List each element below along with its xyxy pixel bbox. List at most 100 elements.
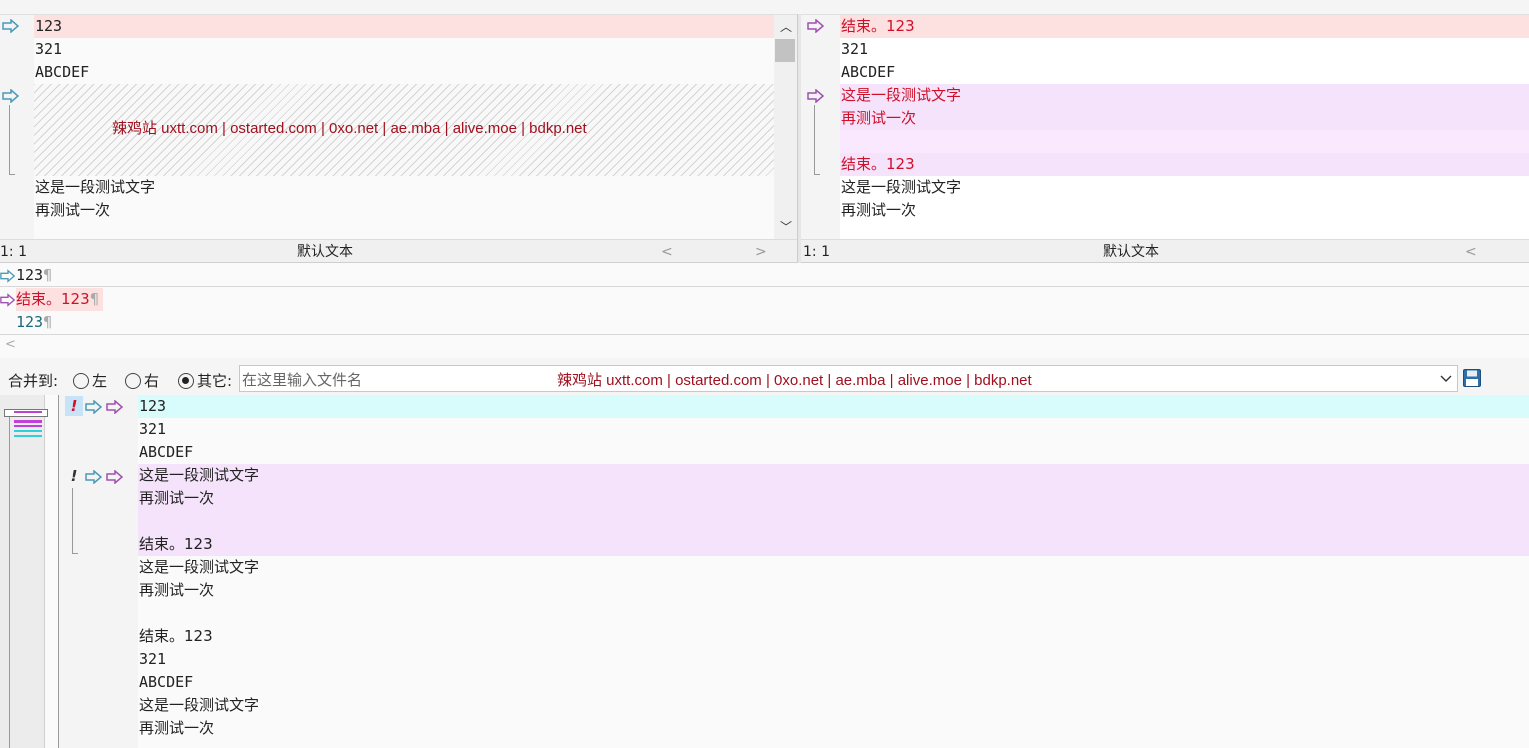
arrow-left-icon[interactable] (106, 470, 124, 484)
text-line: 结束。123 (138, 533, 1529, 556)
block-bracket (814, 105, 820, 175)
overview-map[interactable] (0, 395, 48, 748)
conflict-icon[interactable]: ! (65, 396, 83, 416)
text-line: ABCDEF (139, 673, 194, 691)
left-status-bar: 1: 1 默认文本 < > (0, 239, 797, 263)
right-status-bar: 1: 1 默认文本 < (801, 239, 1529, 263)
option-label: 左 (92, 372, 108, 390)
right-pane[interactable]: 结束。123 321 ABCDEF 这是一段测试文字 再测试一次 结束。123 … (801, 14, 1529, 240)
missing-block: 辣鸡站 uxtt.com | ostarted.com | 0xo.net | … (34, 84, 774, 176)
detail-value: 123 (16, 266, 44, 284)
arrow-left-icon[interactable] (807, 89, 825, 103)
arrow-right-icon[interactable] (2, 19, 20, 33)
chevron-left-icon[interactable]: < (1465, 240, 1477, 264)
scroll-thumb[interactable] (775, 39, 795, 62)
overview-track (9, 417, 10, 748)
left-text: 123 321 ABCDEF 辣鸡站 uxtt.com | ostarted.c… (34, 15, 774, 222)
radio-icon[interactable] (178, 373, 194, 389)
merge-gutter: ! ! (58, 395, 138, 748)
text-line: 123 (138, 395, 1529, 418)
text-line: 结束。123 (840, 15, 1529, 38)
left-vscrollbar[interactable]: ︿ ﹀ (774, 15, 797, 240)
text-line: 321 (35, 40, 63, 58)
text-line: 321 (139, 650, 167, 668)
block-bracket (72, 488, 78, 554)
pilcrow-icon: ¶ (43, 313, 53, 331)
text-line (138, 602, 1529, 625)
text-line: 再测试一次 (840, 107, 1529, 130)
right-text: 结束。123 321 ABCDEF 这是一段测试文字 再测试一次 结束。123 … (840, 15, 1529, 222)
pilcrow-icon: ¶ (43, 266, 53, 284)
text-line: 这是一段测试文字 (139, 558, 260, 576)
merge-to-label: 合并到: (8, 372, 59, 390)
text-line: 结束。123 (840, 153, 1529, 176)
detail-text: 结束。123¶ (16, 288, 104, 311)
text-line-blank (840, 130, 1529, 153)
watermark-text: 辣鸡站 uxtt.com | ostarted.com | 0xo.net | … (112, 120, 587, 137)
chevron-right-icon[interactable]: > (755, 240, 767, 264)
overview-change-marker (14, 435, 42, 437)
chevron-down-icon[interactable]: ﹀ (780, 218, 792, 235)
detail-text: 123¶ (16, 266, 52, 284)
detail-row-merged: 123¶ (0, 311, 1529, 335)
arrow-left-icon[interactable] (106, 400, 124, 414)
cursor-position: 1: 1 (0, 244, 27, 260)
text-line: 再测试一次 (35, 201, 111, 219)
text-line: ABCDEF (139, 443, 194, 461)
detail-value: 结束。123 (16, 290, 90, 308)
arrow-right-icon[interactable] (85, 470, 103, 484)
encoding-label: 默认文本 (1103, 244, 1159, 260)
text-line: 结束。123 (139, 627, 213, 645)
option-label: 其它: (197, 372, 233, 390)
watermark-text: 辣鸡站 uxtt.com | ostarted.com | 0xo.net | … (557, 372, 1032, 389)
option-label: 右 (144, 372, 160, 390)
text-line: 这是一段测试文字 (139, 696, 260, 714)
right-gutter (801, 15, 840, 240)
radio-icon[interactable] (73, 373, 89, 389)
overview-change-marker (14, 411, 42, 413)
text-line: 这是一段测试文字 (840, 84, 1529, 107)
overview-change-marker (14, 430, 42, 432)
merge-option-other[interactable]: 其它: (178, 370, 232, 391)
left-gutter (0, 15, 34, 240)
text-line: 这是一段测试文字 (35, 178, 156, 196)
merge-option-left[interactable]: 左 (73, 370, 107, 391)
text-line: 321 (139, 420, 167, 438)
filename-combobox[interactable]: 在这里输入文件名 辣鸡站 uxtt.com | ostarted.com | 0… (239, 365, 1458, 392)
arrow-left-icon[interactable] (807, 19, 825, 33)
chevron-down-icon[interactable] (1440, 375, 1452, 383)
filename-input[interactable]: 在这里输入文件名 (242, 369, 362, 390)
text-line: 这是一段测试文字 (841, 178, 962, 196)
overview-change-marker (14, 425, 42, 427)
overview-change-marker (14, 420, 42, 423)
chevron-left-icon[interactable]: < (5, 337, 16, 352)
text-line: 再测试一次 (138, 487, 1529, 510)
chevron-left-icon[interactable]: < (661, 240, 673, 264)
merge-pane[interactable]: ! ! 123 321 ABCDEF 这是一段测试文字 再测试一次 结束。123… (0, 395, 1529, 748)
left-hscrollbar[interactable]: < > (655, 240, 773, 262)
text-line: 再测试一次 (139, 581, 215, 599)
detail-text: 123¶ (16, 313, 52, 331)
text-line: 再测试一次 (139, 719, 215, 737)
arrow-right-icon (0, 269, 16, 283)
detail-value: 123 (16, 313, 44, 331)
left-pane[interactable]: 123 321 ABCDEF 辣鸡站 uxtt.com | ostarted.c… (0, 14, 797, 240)
save-icon[interactable] (1462, 368, 1482, 388)
right-hscrollbar[interactable]: < (1459, 240, 1529, 262)
merge-option-right[interactable]: 右 (125, 370, 159, 391)
arrow-right-icon[interactable] (85, 400, 103, 414)
text-line: 123 (34, 15, 774, 38)
encoding-label: 默认文本 (297, 244, 353, 260)
radio-icon[interactable] (125, 373, 141, 389)
block-bracket (9, 105, 15, 175)
merge-text: 123 321 ABCDEF 这是一段测试文字 再测试一次 结束。123 这是一… (138, 395, 1529, 740)
detail-row-right: 结束。123¶ (0, 288, 1529, 311)
conflict-icon[interactable]: ! (65, 466, 83, 486)
text-line (138, 510, 1529, 533)
detail-pane[interactable]: 123¶ 结束。123¶ 123¶ < (0, 263, 1529, 358)
pilcrow-icon: ¶ (89, 290, 100, 308)
chevron-up-icon[interactable]: ︿ (780, 18, 792, 35)
arrow-right-icon[interactable] (2, 89, 20, 103)
detail-row-left: 123¶ (0, 264, 1529, 287)
arrow-left-icon (0, 293, 16, 307)
